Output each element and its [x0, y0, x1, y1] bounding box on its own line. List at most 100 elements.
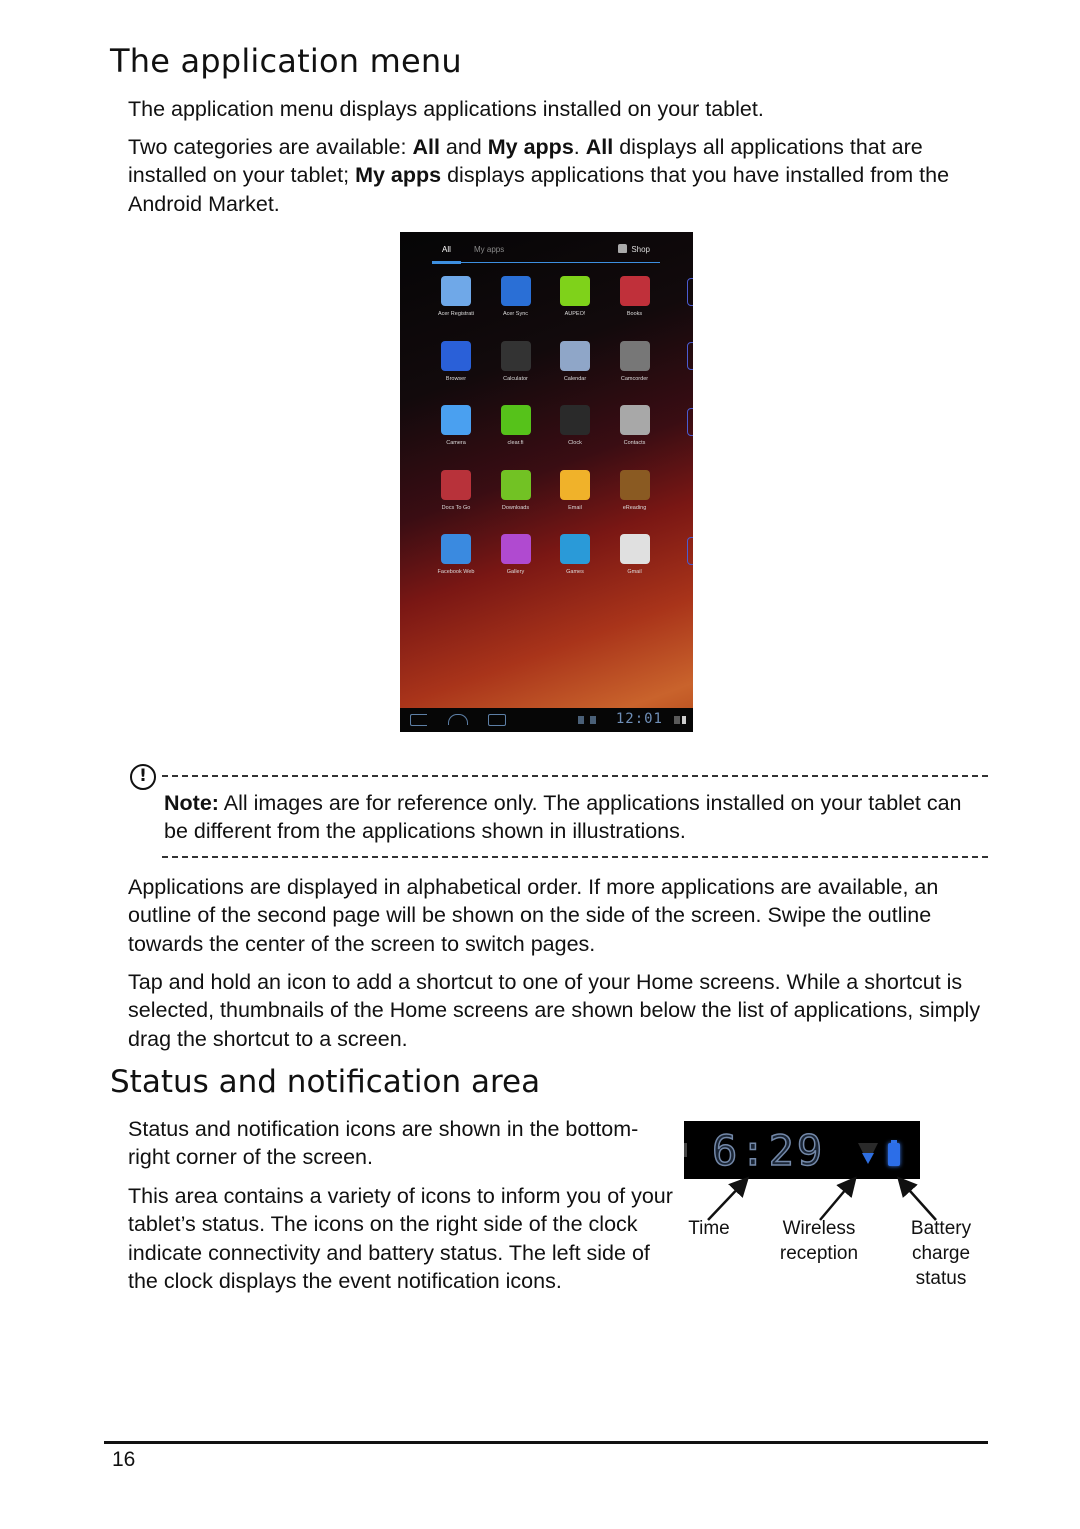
app-label: Browser — [445, 375, 467, 382]
status-bar-figure: 6:29 — [684, 1121, 920, 1179]
status-clock: 6:29 — [711, 1125, 826, 1176]
paragraph-categories: Two categories are available: All and My… — [128, 133, 978, 218]
app-label: Gallery — [506, 569, 525, 575]
app-menu-tabs: All My apps Shop — [432, 238, 660, 264]
home-icon — [448, 714, 468, 725]
tab-my-apps: My apps — [474, 245, 505, 254]
globe-icon — [441, 340, 471, 371]
divider-dashed — [162, 775, 988, 777]
notification-edge — [684, 1143, 687, 1157]
active-tab-indicator — [432, 261, 461, 264]
email-icon — [560, 469, 590, 500]
clock-icon — [560, 405, 590, 435]
next-page-outline-icon — [687, 278, 693, 306]
divider-dashed — [162, 856, 988, 858]
system-clock: 12:01 — [615, 711, 663, 727]
page-number: 16 — [112, 1448, 136, 1471]
shop-label: Shop — [631, 245, 650, 254]
paragraph-app-menu-intro: The application menu displays applicatio… — [128, 97, 764, 121]
battery-icon — [682, 716, 686, 724]
app-menu-screenshot: All My apps Shop Acer Registrati Acer Syn… — [400, 232, 693, 732]
gmail-icon — [619, 534, 650, 564]
app-item: AUPEO! — [545, 276, 605, 317]
app-item: Email — [545, 469, 605, 511]
app-label: Camcorder — [620, 375, 649, 382]
app-label: Clock — [568, 440, 582, 446]
bold-term-my-apps: My apps — [487, 135, 574, 159]
bold-term-all: All — [412, 135, 440, 159]
arrow-time — [707, 1176, 750, 1221]
books-icon — [619, 276, 650, 306]
facebook-icon — [441, 534, 471, 564]
label-wireless-reception: Wireless reception — [779, 1218, 859, 1264]
shop-button: Shop — [618, 244, 650, 254]
app-label: Acer Sync — [502, 311, 529, 317]
lock-icon — [590, 716, 596, 724]
next-page-outline-icon — [687, 408, 693, 436]
tab-all: All — [442, 245, 451, 254]
text: Two categories are available: — [128, 135, 413, 159]
note-label: Note: — [164, 791, 219, 815]
app-label: Camera — [446, 440, 466, 446]
paragraph-alphabetical-order: Applications are displayed in alphabetic… — [128, 875, 939, 956]
aupeo-icon — [560, 276, 590, 306]
app-item: Books — [605, 276, 665, 317]
app-label: clear.fi — [507, 440, 524, 446]
camcorder-icon — [619, 340, 650, 371]
usb-icon — [578, 716, 584, 724]
note-exclamation-icon: ! — [130, 764, 156, 790]
app-item: Camcorder — [605, 340, 665, 382]
label-time: Time — [688, 1218, 730, 1239]
clipboard-icon — [441, 276, 471, 306]
app-label: eReading — [622, 504, 647, 511]
app-item: Acer Sync — [486, 276, 546, 317]
contacts-icon — [619, 405, 650, 435]
app-item: Acer Registrati — [426, 276, 486, 317]
app-item: Clock — [545, 405, 605, 446]
gallery-icon — [500, 534, 531, 564]
paragraph-shortcuts: Tap and hold an icon to add a shortcut t… — [128, 970, 981, 1051]
bookshelf-icon — [619, 469, 650, 500]
system-bar: 12:01 — [400, 708, 693, 732]
arrow-wireless — [819, 1176, 857, 1221]
recent-apps-icon — [488, 714, 506, 726]
app-item: Docs To Go — [426, 469, 486, 511]
bold-term-all: All — [585, 135, 614, 159]
app-label: Docs To Go — [441, 504, 471, 511]
section-heading-application-menu: The application menu — [110, 42, 462, 80]
app-item: Facebook Web — [426, 534, 486, 575]
app-item: Calendar — [545, 340, 605, 382]
app-label: Gmail — [627, 569, 642, 575]
games-icon — [560, 534, 590, 564]
app-item: Downloads — [486, 469, 546, 511]
bold-term-my-apps: My apps — [355, 163, 442, 188]
app-label: Downloads — [501, 504, 530, 511]
app-label: Calculator — [503, 375, 528, 382]
footer-rule — [104, 1441, 988, 1444]
app-label: Acer Registrati — [437, 311, 475, 317]
arrow-battery — [896, 1176, 937, 1221]
note-body: All images are for reference only. The a… — [164, 791, 962, 844]
app-label: AUPEO! — [564, 311, 586, 317]
calendar-icon — [560, 340, 590, 371]
app-label: Email — [568, 504, 582, 511]
app-label: Games — [566, 569, 584, 575]
paragraph-status-intro: Status and notification icons are shown … — [128, 1117, 639, 1170]
docs-icon — [441, 469, 471, 500]
shopping-bag-icon — [618, 244, 628, 253]
wireless-signal-fill — [862, 1153, 874, 1164]
app-item: Games — [545, 534, 605, 575]
clearfi-icon — [500, 405, 531, 435]
sync-icon — [500, 276, 531, 306]
camera-icon — [441, 405, 471, 435]
app-item: Calculator — [486, 340, 546, 382]
label-battery-charge-status: Battery charge status — [910, 1218, 972, 1289]
calculator-icon — [500, 340, 531, 371]
app-label: Facebook Web — [437, 569, 475, 575]
app-label: Contacts — [623, 440, 646, 446]
app-label: Books — [626, 311, 643, 317]
app-item: eReading — [605, 469, 665, 511]
download-icon — [500, 469, 531, 500]
signal-icon — [674, 716, 680, 724]
note-text: Note: All images are for reference only.… — [164, 789, 984, 846]
